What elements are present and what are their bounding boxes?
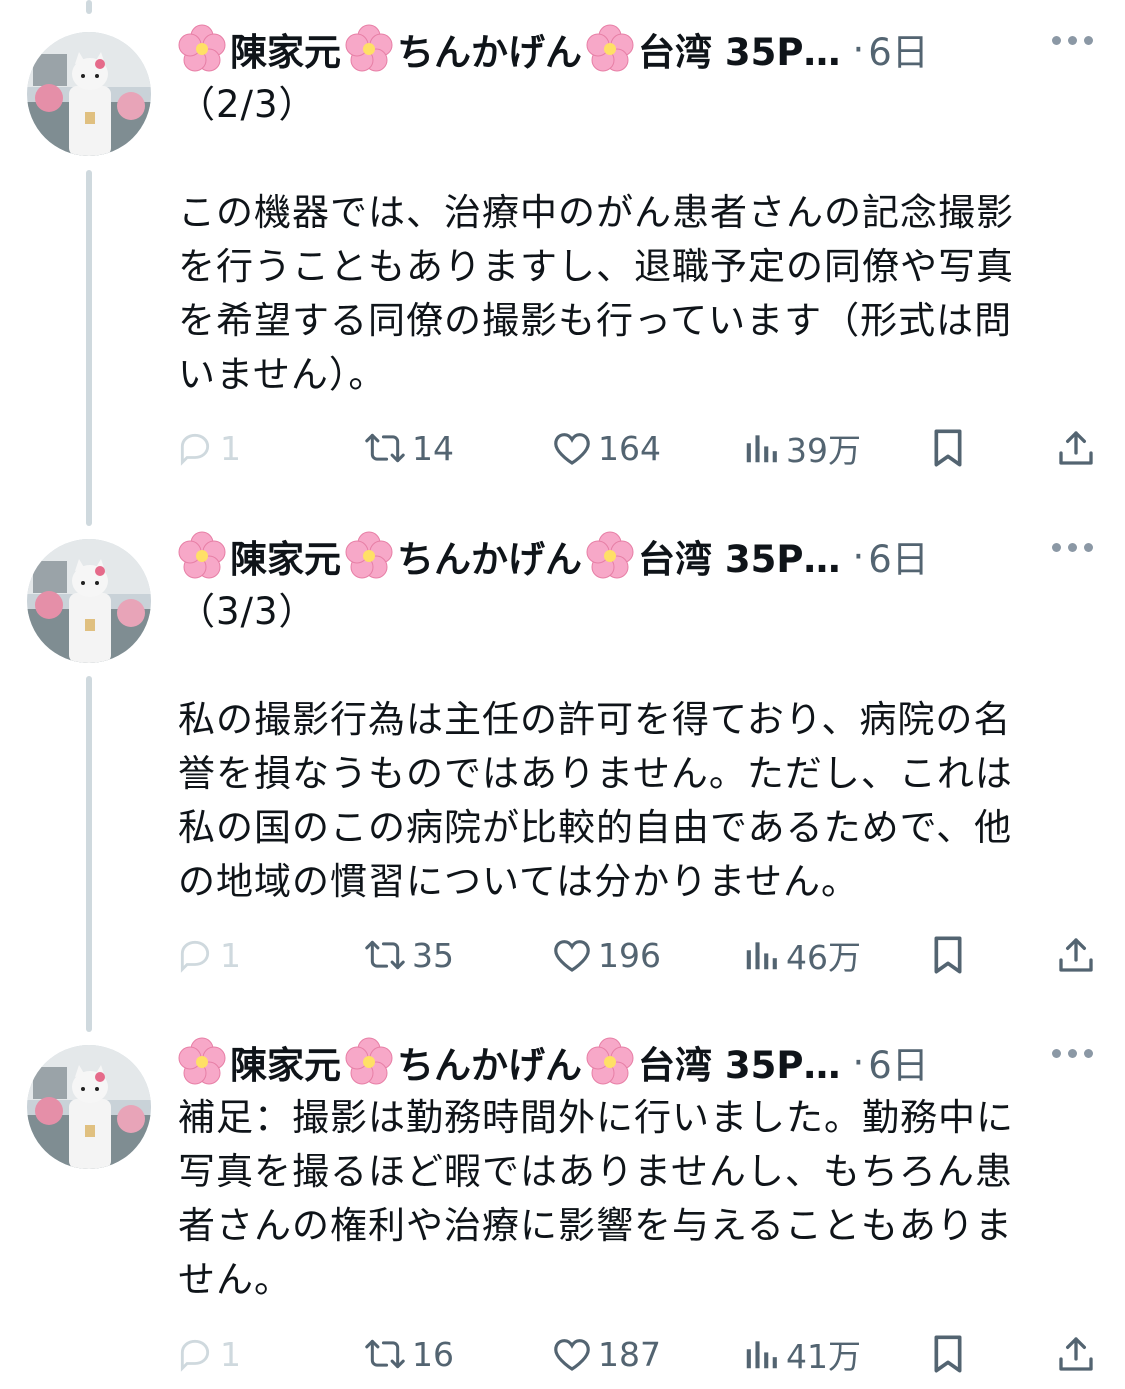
bookmark-icon bbox=[934, 429, 962, 467]
tweet[interactable]: 陳家元 ちんかげん 台湾 35P… · 6日 （3/3） 私の撮影行為は主任の許… bbox=[0, 507, 1125, 1013]
retweet-count: 14 bbox=[412, 428, 454, 468]
reply-count: 1 bbox=[220, 935, 241, 975]
heart-icon bbox=[554, 1339, 590, 1371]
retweet-count: 16 bbox=[412, 1334, 454, 1374]
separator: · bbox=[852, 534, 865, 578]
cherry-blossom-icon bbox=[345, 531, 393, 579]
like-button[interactable]: 187 bbox=[552, 1324, 661, 1384]
tweet[interactable]: 陳家元 ちんかげん 台湾 35P… · 6日 （2/3） この機器では、治療中の… bbox=[0, 0, 1125, 507]
reply-count: 1 bbox=[220, 428, 241, 468]
more-options-icon[interactable] bbox=[1052, 1049, 1093, 1058]
author-name[interactable]: 陳家元 bbox=[228, 22, 343, 76]
author-name-suffix[interactable]: 台湾 35P… bbox=[636, 22, 843, 76]
tweet-header: 陳家元 ちんかげん 台湾 35P… · 6日 bbox=[176, 1035, 929, 1089]
retweet-icon bbox=[365, 1339, 405, 1369]
bookmark-icon bbox=[934, 936, 962, 974]
timestamp[interactable]: 6日 bbox=[868, 22, 929, 76]
bookmark-button[interactable] bbox=[930, 1324, 966, 1384]
author-name[interactable]: 陳家元 bbox=[228, 529, 343, 583]
tweet-text: （3/3） 私の撮影行為は主任の許可を得ており、病院の名 誉を損なうものではあり… bbox=[178, 590, 1013, 903]
tweet[interactable]: 陳家元 ちんかげん 台湾 35P… · 6日 補足：撮影は勤務時間外に行いました… bbox=[0, 1013, 1125, 1389]
separator: · bbox=[852, 27, 865, 71]
bookmark-icon bbox=[934, 1335, 962, 1373]
share-button[interactable] bbox=[1056, 1324, 1096, 1384]
author-name-suffix[interactable]: 台湾 35P… bbox=[636, 529, 843, 583]
action-bar: 1 16 187 41万 bbox=[0, 1324, 1125, 1384]
analytics-icon bbox=[746, 1341, 777, 1369]
reply-count: 1 bbox=[220, 1334, 241, 1374]
avatar[interactable] bbox=[27, 539, 151, 663]
view-count: 39万 bbox=[786, 431, 861, 470]
views-button[interactable]: 39万 bbox=[742, 418, 861, 478]
reply-button[interactable]: 1 bbox=[176, 418, 241, 478]
author-name-kana[interactable]: ちんかげん bbox=[395, 22, 584, 76]
action-bar: 1 14 164 39万 bbox=[0, 418, 1125, 478]
reply-button[interactable]: 1 bbox=[176, 925, 241, 985]
like-button[interactable]: 196 bbox=[552, 925, 661, 985]
retweet-icon bbox=[365, 433, 405, 463]
more-options-icon[interactable] bbox=[1052, 36, 1093, 45]
separator: · bbox=[852, 1040, 865, 1084]
cherry-blossom-icon bbox=[586, 24, 634, 72]
bookmark-button[interactable] bbox=[930, 925, 966, 985]
retweet-button[interactable]: 16 bbox=[364, 1324, 454, 1384]
tweet-text: （2/3） この機器では、治療中のがん患者さんの記念撮影 を行うこともありますし… bbox=[178, 83, 1014, 396]
tweet-text: 補足：撮影は勤務時間外に行いました。勤務中に 写真を撮るほど暇ではありませんし、… bbox=[178, 1096, 1014, 1301]
like-count: 196 bbox=[598, 935, 661, 975]
share-button[interactable] bbox=[1056, 418, 1096, 478]
retweet-icon bbox=[365, 940, 405, 970]
views-button[interactable]: 41万 bbox=[742, 1324, 861, 1384]
cherry-blossom-icon bbox=[345, 24, 393, 72]
more-options-icon[interactable] bbox=[1052, 543, 1093, 552]
cherry-blossom-icon bbox=[586, 531, 634, 579]
tweet-header: 陳家元 ちんかげん 台湾 35P… · 6日 bbox=[176, 22, 929, 76]
timestamp[interactable]: 6日 bbox=[868, 1035, 929, 1089]
like-count: 164 bbox=[598, 428, 661, 468]
avatar[interactable] bbox=[27, 32, 151, 156]
cherry-blossom-icon bbox=[178, 24, 226, 72]
reply-icon bbox=[180, 940, 210, 973]
share-button[interactable] bbox=[1056, 925, 1096, 985]
retweet-count: 35 bbox=[412, 935, 454, 975]
heart-icon bbox=[554, 433, 590, 465]
reply-button[interactable]: 1 bbox=[176, 1324, 241, 1384]
views-button[interactable]: 46万 bbox=[742, 925, 861, 985]
retweet-button[interactable]: 35 bbox=[364, 925, 454, 985]
action-bar: 1 35 196 46万 bbox=[0, 925, 1125, 985]
author-name-suffix[interactable]: 台湾 35P… bbox=[636, 1035, 843, 1089]
heart-icon bbox=[554, 940, 590, 972]
cherry-blossom-icon bbox=[345, 1037, 393, 1085]
reply-icon bbox=[180, 433, 210, 466]
avatar[interactable] bbox=[27, 1045, 151, 1169]
author-name-kana[interactable]: ちんかげん bbox=[395, 529, 584, 583]
like-button[interactable]: 164 bbox=[552, 418, 661, 478]
retweet-button[interactable]: 14 bbox=[364, 418, 454, 478]
author-name[interactable]: 陳家元 bbox=[228, 1035, 343, 1089]
share-icon bbox=[1059, 431, 1093, 465]
view-count: 41万 bbox=[786, 1337, 861, 1376]
share-icon bbox=[1059, 938, 1093, 972]
timestamp[interactable]: 6日 bbox=[868, 529, 929, 583]
view-count: 46万 bbox=[786, 938, 861, 977]
analytics-icon bbox=[746, 435, 777, 463]
tweet-header: 陳家元 ちんかげん 台湾 35P… · 6日 bbox=[176, 529, 929, 583]
cherry-blossom-icon bbox=[178, 1037, 226, 1085]
bookmark-button[interactable] bbox=[930, 418, 966, 478]
reply-icon bbox=[180, 1339, 210, 1372]
author-name-kana[interactable]: ちんかげん bbox=[395, 1035, 584, 1089]
like-count: 187 bbox=[598, 1334, 661, 1374]
share-icon bbox=[1059, 1337, 1093, 1371]
cherry-blossom-icon bbox=[178, 531, 226, 579]
analytics-icon bbox=[746, 942, 777, 970]
cherry-blossom-icon bbox=[586, 1037, 634, 1085]
